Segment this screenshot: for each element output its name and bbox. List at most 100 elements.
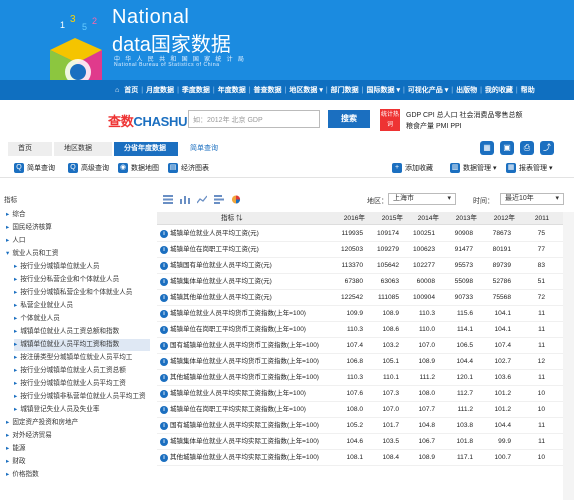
menu-item-visualization[interactable]: 可视化产品 ▾ <box>405 85 451 95</box>
info-icon[interactable]: i <box>160 326 168 334</box>
data-map-tool[interactable]: ◉ 数据地图 <box>118 163 159 173</box>
hbar-chart-icon[interactable] <box>214 195 224 204</box>
menu-item-help[interactable]: 帮助 <box>518 85 538 95</box>
info-icon[interactable]: i <box>160 278 168 286</box>
sidebar-item-wage-total-by-industry[interactable]: ▸ 按行业分城镇单位就业人员工资总额 <box>14 365 126 377</box>
table-row[interactable]: i 城镇集体单位就业人员平均工资(元) 67380 63063 60008 55098 52… <box>157 274 574 290</box>
sidebar-item-unemployment[interactable]: ▸ 城镇登记失业人员及失业率 <box>14 404 99 416</box>
table-row[interactable]: i 城镇单位在岗职工平均工资(元) 120503 109279 100623 91477 8… <box>157 242 574 258</box>
advanced-query-tool[interactable]: Q 高级查询 <box>68 163 109 173</box>
sidebar-item-price-index[interactable]: ▸ 价格指数 <box>6 469 39 481</box>
menu-item-quarterly[interactable]: 季度数据 <box>179 85 213 95</box>
hot-words-links[interactable]: GDP CPI 总人口 社会消费品零售总额 粮食产量 PMI PPI <box>406 110 574 132</box>
info-icon[interactable]: i <box>160 422 168 430</box>
sidebar-item-comprehensive[interactable]: ▸ 综合 <box>6 209 26 221</box>
sidebar-item-private-by-industry[interactable]: ▸ 按行业分私营企业和个体就业人员 <box>14 274 119 286</box>
table-row[interactable]: i 城镇单位就业人员平均工资(元) 119935 109174 100251 90908 7… <box>157 226 574 242</box>
table-row[interactable]: i 城镇单位在岗职工平均实际工资指数(上年=100) 108.0 107.0 107.7… <box>157 402 574 418</box>
hot-links-line1[interactable]: GDP CPI 总人口 社会消费品零售总额 <box>406 110 574 121</box>
sidebar-item-finance[interactable]: ▸ 财政 <box>6 456 26 468</box>
home-icon[interactable]: ⌂ <box>112 87 121 94</box>
table-row[interactable]: i 其他城镇单位就业人员平均实际工资指数(上年=100) 108.1 108.4 108… <box>157 450 574 466</box>
info-icon[interactable]: i <box>160 342 168 350</box>
line-chart-icon[interactable] <box>197 195 207 204</box>
info-icon[interactable]: i <box>160 454 168 462</box>
menu-item-regional[interactable]: 地区数据 ▾ <box>286 85 325 95</box>
info-icon[interactable]: i <box>160 438 168 446</box>
table-view-icon[interactable] <box>163 195 173 204</box>
table-row[interactable]: i 城镇集体单位就业人员平均实际工资指数(上年=100) 104.6 103.5 106… <box>157 434 574 450</box>
menu-item-monthly[interactable]: 月度数据 <box>143 85 177 95</box>
col-2016[interactable]: 2016年 <box>329 212 365 225</box>
report-manage-tool[interactable]: ▦ 报表管理 ▾ <box>506 163 552 173</box>
menu-item-international[interactable]: 国际数据 ▾ <box>364 85 403 95</box>
table-row[interactable]: i 其他城镇单位就业人员平均货币工资指数(上年=100) 110.3 110.1 111… <box>157 370 574 386</box>
table-row[interactable]: i 城镇单位就业人员平均实际工资指数(上年=100) 107.6 107.3 108.0… <box>157 386 574 402</box>
breadcrumb-region[interactable]: 地区数据 <box>54 142 112 156</box>
menu-item-annual[interactable]: 年度数据 <box>215 85 249 95</box>
col-indicator[interactable]: 指标 ⇅ <box>221 212 281 225</box>
sidebar-item-population[interactable]: ▸ 人口 <box>6 235 26 247</box>
table-row[interactable]: i 城镇其他单位就业人员平均工资(元) 122542 111085 100904 9073… <box>157 290 574 306</box>
breadcrumb-current[interactable]: 分省年度数据 <box>114 142 178 156</box>
sidebar-item-private-enterprise[interactable]: ▸ 私营企业就业人员 <box>14 300 73 312</box>
menu-item-department[interactable]: 部门数据 <box>328 85 362 95</box>
info-icon[interactable]: i <box>160 262 168 270</box>
sidebar-item-avg-wage-index[interactable]: ▸ 城镇单位就业人员平均工资和指数 <box>14 339 150 351</box>
sidebar-item-avg-wage-by-type[interactable]: ▸ 按注册类型分城镇单位就业人员平均工 <box>14 352 132 364</box>
time-select[interactable]: 最近10年 ▾ <box>500 193 564 205</box>
info-icon[interactable]: i <box>160 406 168 414</box>
info-icon[interactable]: i <box>160 390 168 398</box>
menu-item-census[interactable]: 普查数据 <box>251 85 285 95</box>
info-icon[interactable]: i <box>160 374 168 382</box>
bar-chart-icon[interactable] <box>180 195 190 204</box>
info-icon[interactable]: i <box>160 246 168 254</box>
national-data-logo[interactable]: 1 3 5 2 <box>40 10 110 80</box>
table-row[interactable]: i 城镇国有单位就业人员平均工资(元) 113370 105642 102277 9557… <box>157 258 574 274</box>
info-icon[interactable]: i <box>160 358 168 366</box>
add-favorite-tool[interactable]: + 添加收藏 <box>392 163 433 173</box>
info-icon[interactable]: i <box>160 294 168 302</box>
data-manage-tool[interactable]: ▥ 数据管理 ▾ <box>450 163 496 173</box>
search-button[interactable]: 搜索 <box>328 110 370 128</box>
table-scrollbar[interactable] <box>563 212 574 500</box>
search-input[interactable]: 如：2012年 北京 GDP <box>188 110 320 128</box>
table-row[interactable]: i 城镇集体单位就业人员平均货币工资指数(上年=100) 106.8 105.1 108… <box>157 354 574 370</box>
menu-item-publications[interactable]: 出版物 <box>453 85 480 95</box>
share-icon[interactable]: ⤴ <box>540 141 554 155</box>
region-select[interactable]: 上海市 ▾ <box>388 193 456 205</box>
sidebar-item-fixed-assets[interactable]: ▸ 固定资产投资和房地产 <box>6 417 78 429</box>
sidebar-item-nonprivate-avg-wage[interactable]: ▸ 按行业分城镇非私营单位就业人员平均工资 <box>14 391 146 403</box>
menu-item-home[interactable]: 首页 <box>121 85 141 95</box>
sidebar-item-wage-total-index[interactable]: ▸ 城镇单位就业人员工资总额和指数 <box>14 326 119 338</box>
table-row[interactable]: i 国有城镇单位就业人员平均实际工资指数(上年=100) 105.2 101.7 104… <box>157 418 574 434</box>
grid-icon[interactable]: ▦ <box>480 141 494 155</box>
sidebar-item-energy[interactable]: ▸ 能源 <box>6 443 26 455</box>
sidebar-item-employment[interactable]: ▾ 就业人员和工资 <box>6 248 58 260</box>
col-2011[interactable]: 2011 <box>513 212 549 225</box>
sidebar-item-avg-wage-by-industry[interactable]: ▸ 按行业分城镇单位就业人员平均工资 <box>14 378 126 390</box>
table-row[interactable]: i 国有城镇单位就业人员平均货币工资指数(上年=100) 107.4 103.2 107… <box>157 338 574 354</box>
sidebar-item-individual[interactable]: ▸ 个体就业人员 <box>14 313 60 325</box>
info-icon[interactable]: i <box>160 310 168 318</box>
col-2012[interactable]: 2012年 <box>479 212 515 225</box>
economic-chart-tool[interactable]: ▤ 经济图表 <box>168 163 209 173</box>
sidebar-item-national-accounts[interactable]: ▸ 国民经济核算 <box>6 222 52 234</box>
table-row[interactable]: i 城镇单位在岗职工平均货币工资指数(上年=100) 110.3 108.6 110.0… <box>157 322 574 338</box>
hot-links-line2[interactable]: 粮食产量 PMI PPI <box>406 121 574 132</box>
menu-item-favorites[interactable]: 我的收藏 <box>482 85 516 95</box>
sidebar-item-emp-by-industry[interactable]: ▸ 按行业分城镇单位就业人员 <box>14 261 99 273</box>
sidebar-item-foreign-trade[interactable]: ▸ 对外经济贸易 <box>6 430 52 442</box>
table-row[interactable]: i 城镇单位就业人员平均货币工资指数(上年=100) 109.9 108.9 110.3… <box>157 306 574 322</box>
breadcrumb-quick-query[interactable]: 简单查询 <box>180 142 240 156</box>
info-icon[interactable]: i <box>160 230 168 238</box>
save-icon[interactable]: ▣ <box>500 141 514 155</box>
breadcrumb-home[interactable]: 首页 <box>8 142 52 156</box>
sidebar-item-urban-private-by-industry[interactable]: ▸ 按行业分城镇私营企业和个体就业人员 <box>14 287 132 299</box>
pie-chart-icon[interactable] <box>231 195 241 204</box>
simple-query-tool[interactable]: Q 简单查询 <box>14 163 55 173</box>
col-2013[interactable]: 2013年 <box>441 212 477 225</box>
print-icon[interactable]: ⎙ <box>520 141 534 155</box>
col-2014[interactable]: 2014年 <box>403 212 439 225</box>
col-2015[interactable]: 2015年 <box>367 212 403 225</box>
